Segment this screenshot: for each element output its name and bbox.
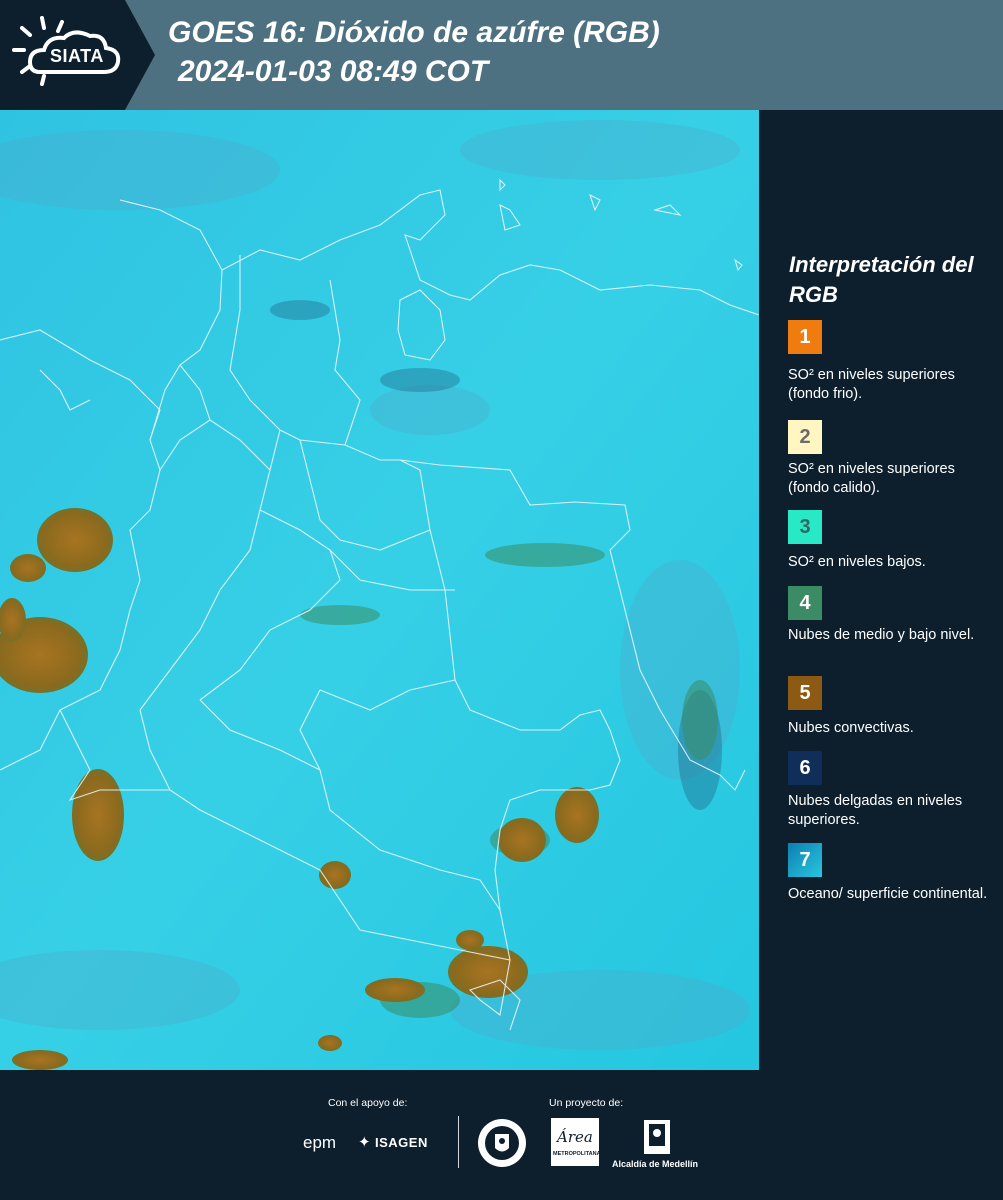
area-logo-subtext: METROPOLITANA	[553, 1151, 601, 1157]
legend-number-6: 6	[799, 756, 811, 779]
header-bar: SIATA GOES 16: Dióxido de azúfre (RGB) 2…	[0, 0, 1003, 110]
legend-swatch-4: 4	[788, 586, 822, 620]
legend-number-5: 5	[799, 681, 811, 704]
legend-label-2: SO² en niveles superiores (fondo calido)…	[788, 461, 955, 496]
siata-logo: SIATA	[0, 0, 155, 110]
legend-label-6: Nubes delgadas en niveles superiores.	[788, 793, 963, 828]
legend-panel: Interpretación del RGB 1 SO² en niveles …	[759, 110, 1003, 1070]
isagen-logo: ISAGEN	[375, 1135, 428, 1150]
legend-swatch-3: 3	[788, 510, 822, 544]
area-logo-text: Área	[557, 1128, 593, 1146]
legend-number-1: 1	[799, 325, 811, 348]
legend-label-4: Nubes de medio y bajo nivel.	[788, 627, 975, 643]
page-title: GOES 16: Dióxido de azúfre (RGB)	[168, 16, 660, 49]
logo-text: SIATA	[50, 46, 104, 66]
satellite-map	[0, 110, 759, 1070]
legend-swatch-5: 5	[788, 676, 822, 710]
legend-swatch-6: 6	[788, 751, 822, 785]
legend-label-5: Nubes convectivas.	[788, 720, 914, 736]
legend-label-3: SO² en niveles bajos.	[788, 554, 926, 570]
legend-swatch-2: 2	[788, 420, 822, 454]
epm-logo: epm	[303, 1133, 337, 1152]
legend-number-7: 7	[799, 848, 811, 871]
legend-number-4: 4	[799, 591, 811, 614]
support-label: Con el apoyo de:	[328, 1097, 408, 1109]
alcaldia-label: Alcaldía de Medellín	[612, 1159, 699, 1169]
area-metropolitana-logo: Área METROPOLITANA	[551, 1118, 601, 1166]
medellin-seal-icon	[477, 1118, 527, 1173]
legend-label-1: SO² en niveles superiores (fondo frio).	[788, 367, 955, 402]
isagen-icon: ✦	[358, 1134, 371, 1151]
footer: Con el apoyo de: Un proyecto de: epm ✦ I…	[0, 1070, 1003, 1200]
legend-number-2: 2	[799, 425, 811, 448]
image-datetime: 2024-01-03 08:49 COT	[178, 55, 489, 88]
project-label: Un proyecto de:	[549, 1097, 624, 1109]
legend-label-7: Oceano/ superficie continental.	[788, 886, 988, 902]
footer-divider	[458, 1116, 459, 1168]
legend-title: Interpretación del RGB	[789, 252, 974, 307]
legend-number-3: 3	[799, 515, 811, 538]
legend-swatch-7: 7	[788, 843, 822, 877]
alcaldia-shield-icon	[642, 1118, 672, 1161]
legend-swatch-1: 1	[788, 320, 822, 354]
